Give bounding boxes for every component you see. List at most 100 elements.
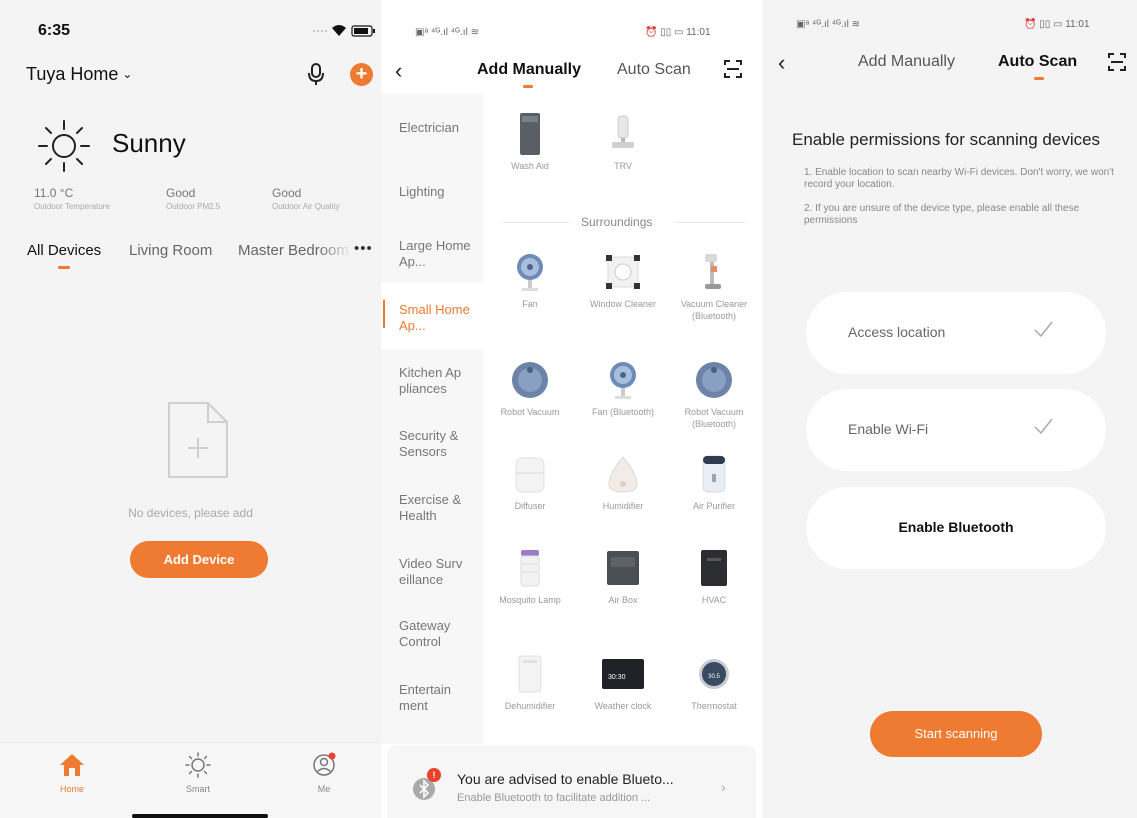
air-box-icon xyxy=(607,551,639,585)
device-fan[interactable]: Fan xyxy=(491,252,569,310)
tabbar-home[interactable]: Home xyxy=(42,752,102,794)
chevron-right-icon[interactable]: › xyxy=(721,779,726,795)
tab-living-room[interactable]: Living Room xyxy=(129,242,212,259)
home-selector[interactable]: Tuya Home ⌄ xyxy=(26,64,132,85)
scan-qr-icon[interactable] xyxy=(1107,51,1127,73)
device-name: Humidifier xyxy=(602,501,644,511)
permission-label: Enable Wi-Fi xyxy=(848,421,929,437)
status-left: ▣ᵃ ⁴ᴳ.ıl ⁴ᴳ.ıl ≋ xyxy=(415,27,479,38)
device-name: Robot Vacuum (Bluetooth) xyxy=(684,407,744,429)
category-video-surveillance[interactable]: Video Surv eillance xyxy=(399,556,479,588)
smart-sun-icon xyxy=(185,752,211,778)
category-gateway-control[interactable]: Gateway Control xyxy=(399,618,479,650)
stat-label: Outdoor PM2.5 xyxy=(166,202,221,211)
device-wash-aid[interactable]: Wash Aid xyxy=(491,113,569,172)
alert-badge: ! xyxy=(427,768,441,782)
category-security-sensors[interactable]: Security & Sensors xyxy=(399,428,479,460)
tab-add-manually[interactable]: Add Manually xyxy=(858,53,955,71)
device-mosquito-lamp[interactable]: Mosquito Lamp xyxy=(491,548,569,606)
permission-access-location[interactable]: Access location xyxy=(806,292,1106,374)
tab-all-devices[interactable]: All Devices xyxy=(27,242,101,259)
status-right: ⏰ ▯▯ ▭ 11:01 xyxy=(645,27,711,38)
tabbar-me[interactable]: Me xyxy=(294,752,354,794)
device-thermostat[interactable]: 30.5 Thermostat xyxy=(675,654,753,712)
microphone-icon[interactable] xyxy=(306,62,326,86)
device-hvac[interactable]: HVAC xyxy=(675,548,753,606)
section-divider xyxy=(675,222,745,223)
add-icon[interactable]: + xyxy=(350,63,373,86)
tabbar-label: Home xyxy=(59,784,84,794)
device-robot-vacuum[interactable]: Robot Vacuum xyxy=(491,360,569,418)
mosquito-lamp-icon xyxy=(520,550,540,587)
category-small-home-appliances[interactable]: Small Home Ap... xyxy=(399,302,479,334)
device-diffuser[interactable]: Diffuser xyxy=(491,454,569,512)
tab-add-manually[interactable]: Add Manually xyxy=(477,61,581,79)
wash-aid-icon xyxy=(520,113,540,155)
back-icon[interactable]: ‹ xyxy=(778,50,785,76)
category-selected-bar xyxy=(383,300,385,328)
clock-readout: 30:30 xyxy=(608,674,626,681)
permission-enable-wifi[interactable]: Enable Wi-Fi xyxy=(806,389,1106,471)
checkmark-icon xyxy=(1034,418,1053,435)
stat-temperature: 11.0 °C Outdoor Temperature xyxy=(34,186,110,211)
hvac-icon xyxy=(701,550,727,586)
category-entertainment[interactable]: Entertain ment xyxy=(399,682,479,714)
category-electrician[interactable]: Electrician xyxy=(399,120,479,136)
device-name: Weather clock xyxy=(594,701,652,711)
tab-indicator xyxy=(1034,77,1044,80)
air-purifier-icon xyxy=(702,455,726,493)
device-name: Fan (Bluetooth) xyxy=(591,407,655,417)
stat-air-quality: Good Outdoor Air Quality xyxy=(272,186,340,211)
tab-auto-scan[interactable]: Auto Scan xyxy=(998,53,1077,71)
device-dehumidifier[interactable]: Dehumidifier xyxy=(491,654,569,712)
stat-label: Outdoor Air Quality xyxy=(272,202,340,211)
back-icon[interactable]: ‹ xyxy=(395,58,402,84)
chevron-down-icon: ⌄ xyxy=(122,67,133,81)
stat-value: Good xyxy=(166,186,196,200)
device-weather-clock[interactable]: 30:30 Weather clock xyxy=(584,654,662,712)
thermostat-readout: 30.5 xyxy=(708,674,720,680)
scan-qr-icon[interactable] xyxy=(723,58,743,80)
permission-enable-bluetooth[interactable]: Enable Bluetooth xyxy=(806,487,1106,569)
device-vacuum-cleaner-bluetooth[interactable]: Vacuum Cleaner (Bluetooth) xyxy=(675,252,753,322)
dehumidifier-icon xyxy=(518,655,542,693)
profile-icon xyxy=(313,752,336,776)
device-trv[interactable]: TRV xyxy=(584,114,662,172)
robot-vacuum-bluetooth-icon xyxy=(696,362,732,398)
category-exercise-health[interactable]: Exercise & Health xyxy=(399,492,479,524)
stat-label: Outdoor Temperature xyxy=(34,202,110,211)
sun-icon xyxy=(38,120,90,172)
home-icon xyxy=(60,754,84,776)
start-scanning-button[interactable]: Start scanning xyxy=(870,711,1042,757)
home-screen: 6:35 Tuya Home ⌄ + Sunny 11.0 °C Outdoor … xyxy=(0,0,381,818)
tab-auto-scan[interactable]: Auto Scan xyxy=(617,61,691,79)
more-icon[interactable]: ••• xyxy=(354,240,373,257)
device-robot-vacuum-bluetooth[interactable]: Robot Vacuum (Bluetooth) xyxy=(675,360,753,430)
tab-indicator xyxy=(58,266,70,269)
humidifier-icon xyxy=(608,456,638,493)
status-icons xyxy=(313,25,375,37)
fan-bluetooth-icon xyxy=(610,362,636,399)
permissions-title: Enable permissions for scanning devices xyxy=(792,130,1101,149)
device-name: Fan xyxy=(522,299,538,309)
add-manually-screen: ▣ᵃ ⁴ᴳ.ıl ⁴ᴳ.ıl ≋ ⏰ ▯▯ ▭ 11:01 ‹ Add Manu… xyxy=(381,0,762,818)
device-name: Air Purifier xyxy=(692,501,735,511)
category-lighting[interactable]: Lighting xyxy=(399,184,479,200)
trv-icon xyxy=(612,115,634,148)
section-surroundings: Surroundings xyxy=(581,215,653,229)
thermostat-icon: 30.5 xyxy=(699,659,729,689)
device-air-purifier[interactable]: Air Purifier xyxy=(675,454,753,512)
device-air-box[interactable]: Air Box xyxy=(584,548,662,606)
home-indicator xyxy=(132,814,268,818)
device-window-cleaner[interactable]: Window Cleaner xyxy=(584,252,662,310)
vacuum-cleaner-icon xyxy=(705,254,721,289)
permission-label: Access location xyxy=(848,324,946,340)
category-large-home-appliances[interactable]: Large Home Ap... xyxy=(399,238,479,270)
tabbar-smart[interactable]: Smart xyxy=(168,752,228,794)
category-kitchen-appliances[interactable]: Kitchen Ap pliances xyxy=(399,365,479,397)
add-device-button[interactable]: Add Device xyxy=(130,541,268,578)
device-fan-bluetooth[interactable]: Fan (Bluetooth) xyxy=(584,360,662,418)
device-humidifier[interactable]: Humidifier xyxy=(584,454,662,512)
tab-fade xyxy=(318,238,352,264)
device-name: Wash Aid xyxy=(511,161,549,171)
